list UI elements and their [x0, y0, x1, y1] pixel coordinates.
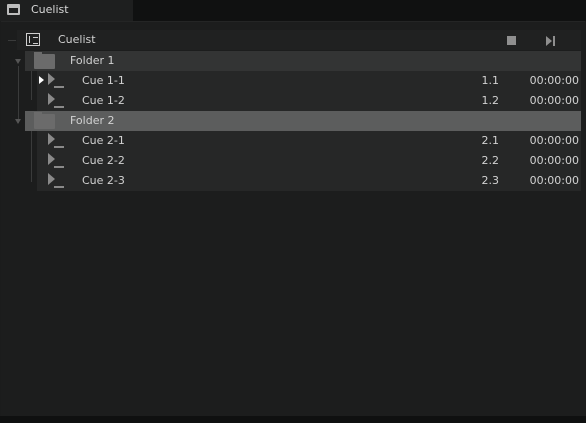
tree-line: [31, 70, 32, 100]
list-icon: [26, 33, 40, 46]
cue-label: Cue 2-1: [82, 134, 125, 147]
cue-time: 00:00:00: [529, 134, 579, 147]
cue-time: 00:00:00: [529, 74, 579, 87]
tab-label: Cuelist: [31, 3, 69, 16]
cue-number: 2.2: [481, 154, 500, 167]
folder-icon: [34, 52, 55, 69]
cue-label: Cue 1-1: [82, 74, 125, 87]
folder-icon: [34, 112, 55, 129]
cue-row[interactable]: Cue 1-1 1.1 00:00:00: [37, 71, 581, 91]
cue-row[interactable]: Cue 1-2 1.2 00:00:00: [37, 91, 581, 111]
cue-number: 1.1: [481, 74, 500, 87]
tree-line: [18, 66, 19, 123]
collapse-arrow-icon[interactable]: [15, 59, 21, 64]
cue-number: 2.3: [481, 174, 500, 187]
folder-label: Folder 2: [70, 114, 115, 127]
folder-row[interactable]: Folder 2: [25, 111, 581, 131]
cuelist-title: Cuelist: [58, 33, 96, 46]
stop-icon[interactable]: [507, 36, 516, 45]
skip-next-icon[interactable]: [546, 36, 556, 46]
tree-line: [8, 40, 16, 41]
cue-row[interactable]: Cue 2-3 2.3 00:00:00: [37, 171, 581, 191]
folder-row[interactable]: Folder 1: [25, 51, 581, 71]
cue-icon: [48, 73, 66, 89]
bottom-status-strip: [0, 416, 586, 423]
cue-label: Cue 2-2: [82, 154, 125, 167]
cue-time: 00:00:00: [529, 94, 579, 107]
cue-icon: [48, 93, 66, 109]
cue-number: 2.1: [481, 134, 500, 147]
cue-label: Cue 2-3: [82, 174, 125, 187]
tab-bar: Cuelist: [0, 0, 586, 21]
cue-icon: [48, 153, 66, 169]
tree-line: [31, 130, 32, 182]
cue-icon: [48, 173, 66, 189]
folder-icon: [7, 4, 20, 15]
folder-label: Folder 1: [70, 54, 115, 67]
cue-row[interactable]: Cue 2-1 2.1 00:00:00: [37, 131, 581, 151]
cue-time: 00:00:00: [529, 174, 579, 187]
cue-icon: [48, 133, 66, 149]
collapse-arrow-icon[interactable]: [15, 119, 21, 124]
cue-time: 00:00:00: [529, 154, 579, 167]
cue-number: 1.2: [481, 94, 500, 107]
tab-cuelist[interactable]: Cuelist: [0, 0, 133, 21]
active-cue-icon: [39, 76, 44, 84]
cue-label: Cue 1-2: [82, 94, 125, 107]
cuelist-header-row[interactable]: Cuelist: [17, 30, 581, 50]
cue-row[interactable]: Cue 2-2 2.2 00:00:00: [37, 151, 581, 171]
